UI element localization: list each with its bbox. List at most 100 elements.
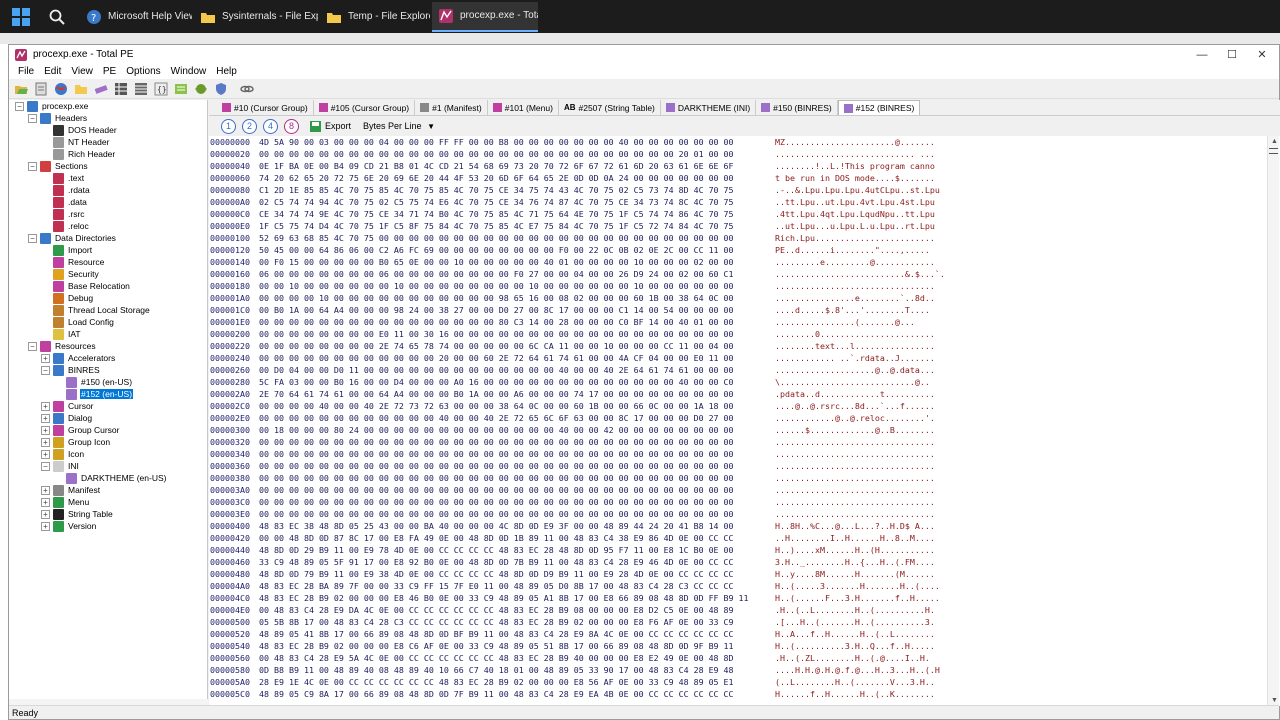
tree-item-152-en-us[interactable]: #152 (en-US) (9, 388, 207, 400)
hex-row[interactable]: 000004E0 00 48 83 C4 28 E9 DA 4C 0E 00 CC… (209, 604, 1280, 616)
tree-item-group-cursor[interactable]: + Group Cursor (9, 424, 207, 436)
tree-item-rsrc[interactable]: .rsrc (9, 208, 207, 220)
hex-row[interactable]: 00000320 00 00 00 00 00 00 00 00 00 00 00… (209, 436, 1280, 448)
hex-row[interactable]: 000004A0 48 83 EC 28 BA 89 7F 00 00 33 C9… (209, 580, 1280, 592)
tree-item-resources[interactable]: − Resources (9, 340, 207, 352)
hex-row[interactable]: 000003E0 00 00 00 00 00 00 00 00 00 00 00… (209, 508, 1280, 520)
hex-row[interactable]: 00000060 74 20 62 65 20 72 75 6E 20 69 6E… (209, 172, 1280, 184)
scroll-up-icon[interactable]: ▲ (1271, 138, 1278, 145)
tree-item-icon[interactable]: + Icon (9, 448, 207, 460)
bug-button[interactable] (192, 80, 210, 98)
save-button[interactable] (32, 80, 50, 98)
expand-icon[interactable]: + (41, 413, 50, 423)
tree-item-menu[interactable]: + Menu (9, 496, 207, 508)
collapse-icon[interactable]: − (41, 365, 50, 375)
globe-button[interactable] (52, 80, 70, 98)
hex-row[interactable]: 00000220 00 00 00 00 00 00 00 00 2E 74 65… (209, 340, 1280, 352)
link-button[interactable] (238, 80, 256, 98)
hex-row[interactable]: 00000160 06 00 00 00 00 00 00 00 06 00 00… (209, 268, 1280, 280)
menu-window[interactable]: Window (166, 66, 212, 77)
expand-icon[interactable]: + (41, 425, 50, 435)
tree-item-headers[interactable]: − Headers (9, 112, 207, 124)
start-button[interactable] (8, 4, 34, 30)
tree-item-iat[interactable]: IAT (9, 328, 207, 340)
tree-item-binres[interactable]: − BINRES (9, 364, 207, 376)
open-button[interactable] (12, 80, 30, 98)
collapse-icon[interactable]: − (15, 101, 24, 111)
hex-row[interactable]: 00000500 05 5B 8B 17 00 48 83 C4 28 C3 CC… (209, 616, 1280, 628)
grid-button[interactable] (112, 80, 130, 98)
tree-item-cursor[interactable]: + Cursor (9, 400, 207, 412)
hex-row[interactable]: 000002E0 00 00 00 00 00 00 00 00 00 00 00… (209, 412, 1280, 424)
hex-row[interactable]: 00000360 00 00 00 00 00 00 00 00 00 00 00… (209, 460, 1280, 472)
hex-row[interactable]: 000000C0 CE 34 74 74 9E 4C 70 75 CE 34 71… (209, 208, 1280, 220)
tree-item-nt-header[interactable]: NT Header (9, 136, 207, 148)
hex-row[interactable]: 000001A0 00 00 00 00 10 00 00 00 00 00 00… (209, 292, 1280, 304)
hex-row[interactable]: 000005C0 48 89 05 C9 8A 17 00 66 89 08 48… (209, 688, 1280, 700)
hex-row[interactable]: 00000400 48 83 EC 38 48 8D 05 25 43 00 00… (209, 520, 1280, 532)
hex-row[interactable]: 000000A0 02 C5 74 74 94 4C 70 75 02 C5 75… (209, 196, 1280, 208)
tree-item-150-en-us[interactable]: #150 (en-US) (9, 376, 207, 388)
resources-button[interactable] (92, 80, 110, 98)
expand-icon[interactable]: + (41, 437, 50, 447)
hex-row[interactable]: 00000140 00 F0 15 00 00 00 00 00 B0 65 0E… (209, 256, 1280, 268)
hex-row[interactable]: 000002C0 00 00 00 00 40 00 00 40 2E 72 73… (209, 400, 1280, 412)
hex-row[interactable]: 000005A0 28 E9 1E 4C 0E 00 CC CC CC CC CC… (209, 676, 1280, 688)
hex-view[interactable]: 00000000 4D 5A 90 00 03 00 00 00 04 00 00… (209, 136, 1280, 706)
hex-row[interactable]: 000003A0 00 00 00 00 00 00 00 00 00 00 00… (209, 484, 1280, 496)
hex-row[interactable]: 00000000 4D 5A 90 00 03 00 00 00 04 00 00… (209, 136, 1280, 148)
collapse-icon[interactable]: − (28, 341, 37, 351)
hex-row[interactable]: 00000100 52 69 63 68 85 4C 70 75 00 00 00… (209, 232, 1280, 244)
maximize-button[interactable]: ☐ (1217, 45, 1247, 64)
tree-item-base-relocation[interactable]: Base Relocation (9, 280, 207, 292)
collapse-icon[interactable]: − (28, 233, 37, 243)
tree-item-dos-header[interactable]: DOS Header (9, 124, 207, 136)
expand-icon[interactable]: + (41, 449, 50, 459)
hex-row[interactable]: 00000240 00 00 00 00 00 00 00 00 00 00 00… (209, 352, 1280, 364)
expand-icon[interactable]: + (41, 485, 50, 495)
menu-file[interactable]: File (13, 66, 39, 77)
hex-row[interactable]: 00000440 48 8D 0D 29 B9 11 00 E9 78 4D 0E… (209, 544, 1280, 556)
hex-row[interactable]: 00000300 00 18 00 00 00 80 24 00 00 00 00… (209, 424, 1280, 436)
tab-7[interactable]: #152 (BINRES) (837, 100, 921, 115)
tree-item-rdata[interactable]: .rdata (9, 184, 207, 196)
hex-row[interactable]: 00000380 00 00 00 00 00 00 00 00 00 00 00… (209, 472, 1280, 484)
tab-0[interactable]: #10 (Cursor Group) (217, 100, 314, 115)
tree-item-darktheme-en-us[interactable]: DARKTHEME (en-US) (9, 472, 207, 484)
expand-icon[interactable]: + (41, 509, 50, 519)
taskbar-app-1[interactable]: Sysinternals - File Explor (194, 2, 318, 32)
list-button[interactable] (172, 80, 190, 98)
hex-row[interactable]: 000001E0 00 00 00 00 00 00 00 00 00 00 00… (209, 316, 1280, 328)
tree-item-group-icon[interactable]: + Group Icon (9, 436, 207, 448)
byte-group-8-button[interactable]: 8 (284, 118, 299, 134)
tab-4[interactable]: AB #2507 (String Table) (559, 100, 661, 115)
tree-item-procexp-exe[interactable]: − procexp.exe (9, 100, 207, 112)
tree-item-ini[interactable]: − INI (9, 460, 207, 472)
hex-row[interactable]: 00000180 00 00 10 00 00 00 00 00 00 10 00… (209, 280, 1280, 292)
collapse-icon[interactable]: − (28, 161, 37, 171)
tree-item-accelerators[interactable]: + Accelerators (9, 352, 207, 364)
taskbar-app-2[interactable]: Temp - File Explorer (320, 2, 430, 32)
hex-row[interactable]: 00000280 5C FA 03 00 00 B0 16 00 00 D4 00… (209, 376, 1280, 388)
tree-item-thread-local-storage[interactable]: Thread Local Storage (9, 304, 207, 316)
tab-5[interactable]: DARKTHEME (INI) (661, 100, 757, 115)
expand-icon[interactable]: + (41, 521, 50, 531)
tree-item-rich-header[interactable]: Rich Header (9, 148, 207, 160)
hex-row[interactable]: 000001C0 00 B0 1A 00 64 A4 00 00 00 98 24… (209, 304, 1280, 316)
hex-row[interactable]: 00000040 0E 1F BA 0E 00 B4 09 CD 21 B8 01… (209, 160, 1280, 172)
byte-group-2-button[interactable]: 2 (242, 118, 257, 134)
close-button[interactable]: ✕ (1247, 45, 1277, 64)
tree-item-sections[interactable]: − Sections (9, 160, 207, 172)
hex-row[interactable]: 000004C0 48 83 EC 28 B9 02 00 00 00 E8 46… (209, 592, 1280, 604)
tab-3[interactable]: #101 (Menu) (488, 100, 559, 115)
shield-button[interactable] (212, 80, 230, 98)
folder-button[interactable] (72, 80, 90, 98)
tab-2[interactable]: #1 (Manifest) (415, 100, 488, 115)
hex-row[interactable]: 000003C0 00 00 00 00 00 00 00 00 00 00 00… (209, 496, 1280, 508)
tab-6[interactable]: #150 (BINRES) (756, 100, 838, 115)
menu-edit[interactable]: Edit (39, 66, 66, 77)
byte-group-1-button[interactable]: 1 (221, 118, 236, 134)
table-button[interactable] (132, 80, 150, 98)
expand-icon[interactable]: + (41, 401, 50, 411)
tree-item-debug[interactable]: Debug (9, 292, 207, 304)
